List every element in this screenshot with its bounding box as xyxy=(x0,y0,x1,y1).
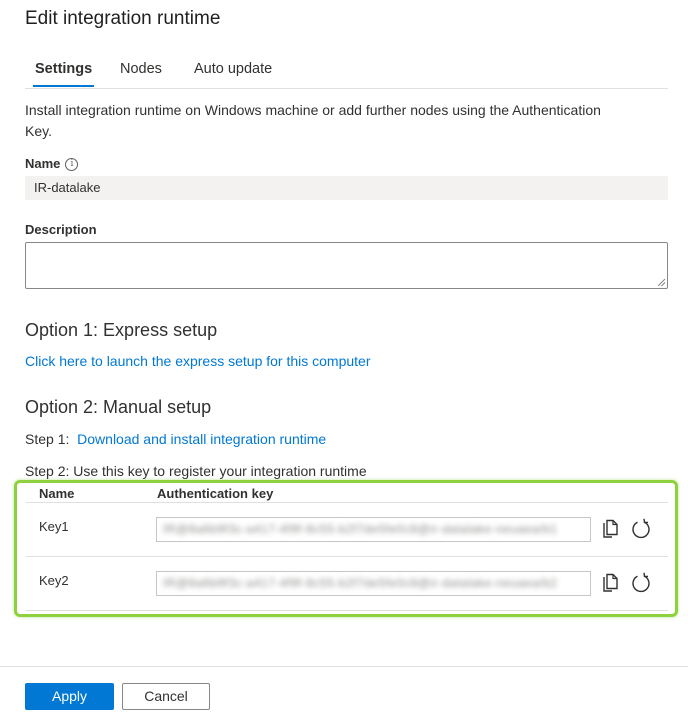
cancel-button[interactable]: Cancel xyxy=(122,683,210,710)
refresh-icon[interactable] xyxy=(630,518,652,540)
key1-value-field[interactable]: IR@8a6b9f3c-a417-4f9f-8c55-b2f7de5fe0c8@… xyxy=(156,517,591,542)
step2-text: Step 2: Use this key to register your in… xyxy=(25,463,367,479)
resize-grip-icon[interactable] xyxy=(658,279,665,286)
table-divider xyxy=(26,502,668,503)
key1-name: Key1 xyxy=(39,519,69,534)
tab-nodes[interactable]: Nodes xyxy=(120,61,162,77)
name-label: Name i xyxy=(25,156,79,171)
keys-highlight-box xyxy=(14,480,678,617)
key2-name: Key2 xyxy=(39,573,69,588)
name-label-text: Name xyxy=(25,156,61,171)
description-label: Description xyxy=(25,222,97,237)
table-divider xyxy=(26,556,668,557)
tab-auto-update[interactable]: Auto update xyxy=(194,61,272,77)
tab-settings[interactable]: Settings xyxy=(32,61,95,87)
table-divider xyxy=(26,610,668,611)
apply-button[interactable]: Apply xyxy=(25,683,114,710)
footer-divider xyxy=(0,666,688,667)
dialog-title: Edit integration runtime xyxy=(25,8,221,29)
description-input[interactable] xyxy=(25,242,668,289)
option1-heading: Option 1: Express setup xyxy=(25,320,218,340)
step1-label: Step 1: xyxy=(25,431,70,447)
name-field[interactable]: IR-datalake xyxy=(25,176,668,200)
info-icon[interactable]: i xyxy=(65,158,79,171)
step1-row: Step 1: Download and install integration… xyxy=(25,431,326,447)
copy-icon[interactable] xyxy=(599,518,621,540)
refresh-icon[interactable] xyxy=(630,572,652,594)
download-runtime-link[interactable]: Download and install integration runtime xyxy=(77,431,326,447)
option2-heading: Option 2: Manual setup xyxy=(25,397,212,417)
express-setup-link[interactable]: Click here to launch the express setup f… xyxy=(25,353,371,369)
col-header-name: Name xyxy=(39,486,75,501)
key1-value: IR@8a6b9f3c-a417-4f9f-8c55-b2f7de5fe0c8@… xyxy=(163,522,558,536)
copy-icon[interactable] xyxy=(599,572,621,594)
tab-bar: Settings Nodes Auto update xyxy=(25,58,668,89)
key2-value: IR@8a6b9f3c-a417-4f9f-8c55-b2f7de5fe0c8@… xyxy=(163,576,558,590)
intro-text: Install integration runtime on Windows m… xyxy=(25,102,601,139)
col-header-auth-key: Authentication key xyxy=(157,486,274,501)
key2-value-field[interactable]: IR@8a6b9f3c-a417-4f9f-8c55-b2f7de5fe0c8@… xyxy=(156,571,591,596)
